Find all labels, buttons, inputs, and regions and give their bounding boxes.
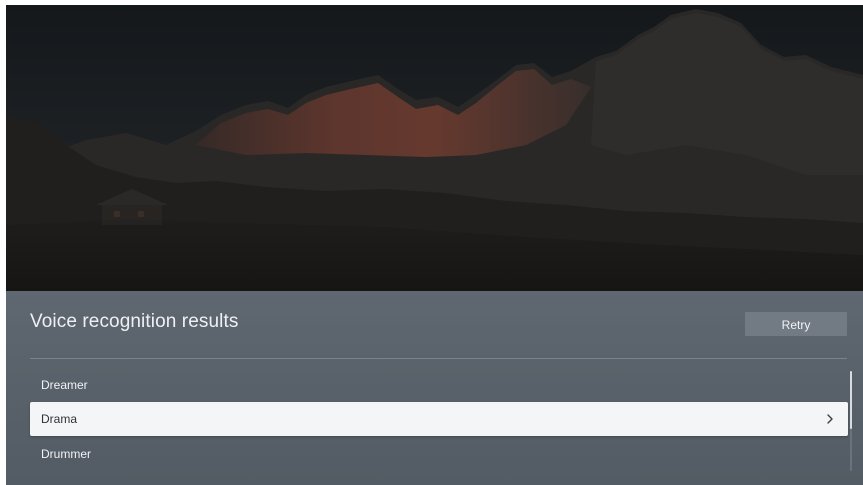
chevron-right-icon [827,414,833,424]
result-item-label: Drama [41,412,78,426]
scrollbar-thumb[interactable] [850,371,852,429]
retry-button[interactable]: Retry [745,312,847,336]
result-item-drummer[interactable]: Drummer [30,437,848,471]
mountain-scene [6,5,863,291]
results-list: Dreamer Drama Drummer [30,367,848,485]
result-item-dreamer[interactable]: Dreamer [30,368,848,402]
divider [30,358,847,359]
panel-title: Voice recognition results [30,311,239,332]
result-item-label: Drummer [41,447,91,461]
results-scrollbar[interactable] [850,371,852,471]
result-item-label: Dreamer [41,378,88,392]
result-item-drama-selected[interactable]: Drama [30,402,848,436]
background-landscape-image [6,5,863,291]
voice-recognition-panel: Voice recognition results Retry Dreamer … [6,291,863,485]
tv-screen: Voice recognition results Retry Dreamer … [6,5,863,485]
